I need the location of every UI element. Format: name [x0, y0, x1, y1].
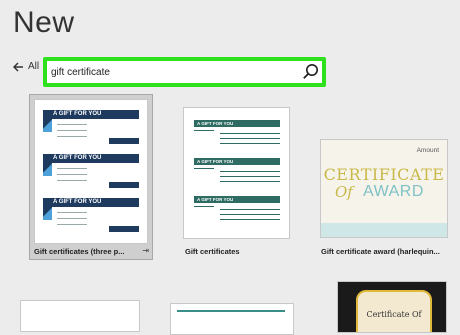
certificate-preview: A GIFT FOR YOU — [43, 154, 139, 190]
template-card-certificate-of[interactable]: Certificate Of — [337, 281, 447, 333]
certificate-title: Certificate Of — [366, 310, 422, 319]
pin-icon[interactable]: ⇥ — [142, 246, 149, 255]
arrow-left-icon — [13, 61, 23, 72]
template-caption: Gift certificates — [185, 247, 240, 256]
template-card[interactable] — [170, 303, 294, 335]
certificate-preview: A GIFT FOR YOU — [43, 110, 139, 146]
certificate-of: Of — [335, 183, 353, 201]
certificate-heading: A GIFT FOR YOU — [53, 155, 102, 161]
certificate-heading: A GIFT FOR YOU — [53, 111, 102, 117]
certificate-heading: A GIFT FOR YOU — [197, 159, 234, 164]
certificate-heading: A GIFT FOR YOU — [197, 197, 234, 202]
certificate-preview: A GIFT FOR YOU — [43, 198, 139, 234]
certificate-title: CERTIFICATE — [323, 165, 445, 184]
search-input[interactable] — [47, 63, 291, 81]
back-to-all-link[interactable]: All — [13, 61, 39, 72]
amount-label: Amount — [416, 147, 439, 154]
template-card-gift-certificate-award[interactable]: Amount CERTIFICATE Of AWARD — [320, 139, 448, 238]
back-label: All — [28, 61, 40, 72]
template-caption: Gift certificate award (harlequin... — [321, 247, 440, 256]
template-card[interactable] — [20, 300, 140, 332]
template-thumbnail: A GIFT FOR YOU A GIFT FOR YOU A GIFT FOR… — [34, 99, 148, 244]
certificate-heading: A GIFT FOR YOU — [53, 199, 102, 205]
certificate-frame: Certificate Of — [356, 290, 432, 332]
certificate-award: AWARD — [363, 183, 424, 200]
search-box — [43, 57, 326, 87]
template-caption: Gift certificates (three p... — [34, 247, 125, 256]
certificate-heading: A GIFT FOR YOU — [197, 121, 234, 126]
template-card-gift-certificates[interactable]: A GIFT FOR YOU A GIFT FOR YOU A GIFT FOR… — [183, 107, 290, 239]
search-icon[interactable] — [302, 63, 319, 80]
template-card-gift-certificates-three[interactable]: A GIFT FOR YOU A GIFT FOR YOU A GIFT FOR… — [29, 94, 153, 260]
page-title: New — [13, 6, 75, 39]
